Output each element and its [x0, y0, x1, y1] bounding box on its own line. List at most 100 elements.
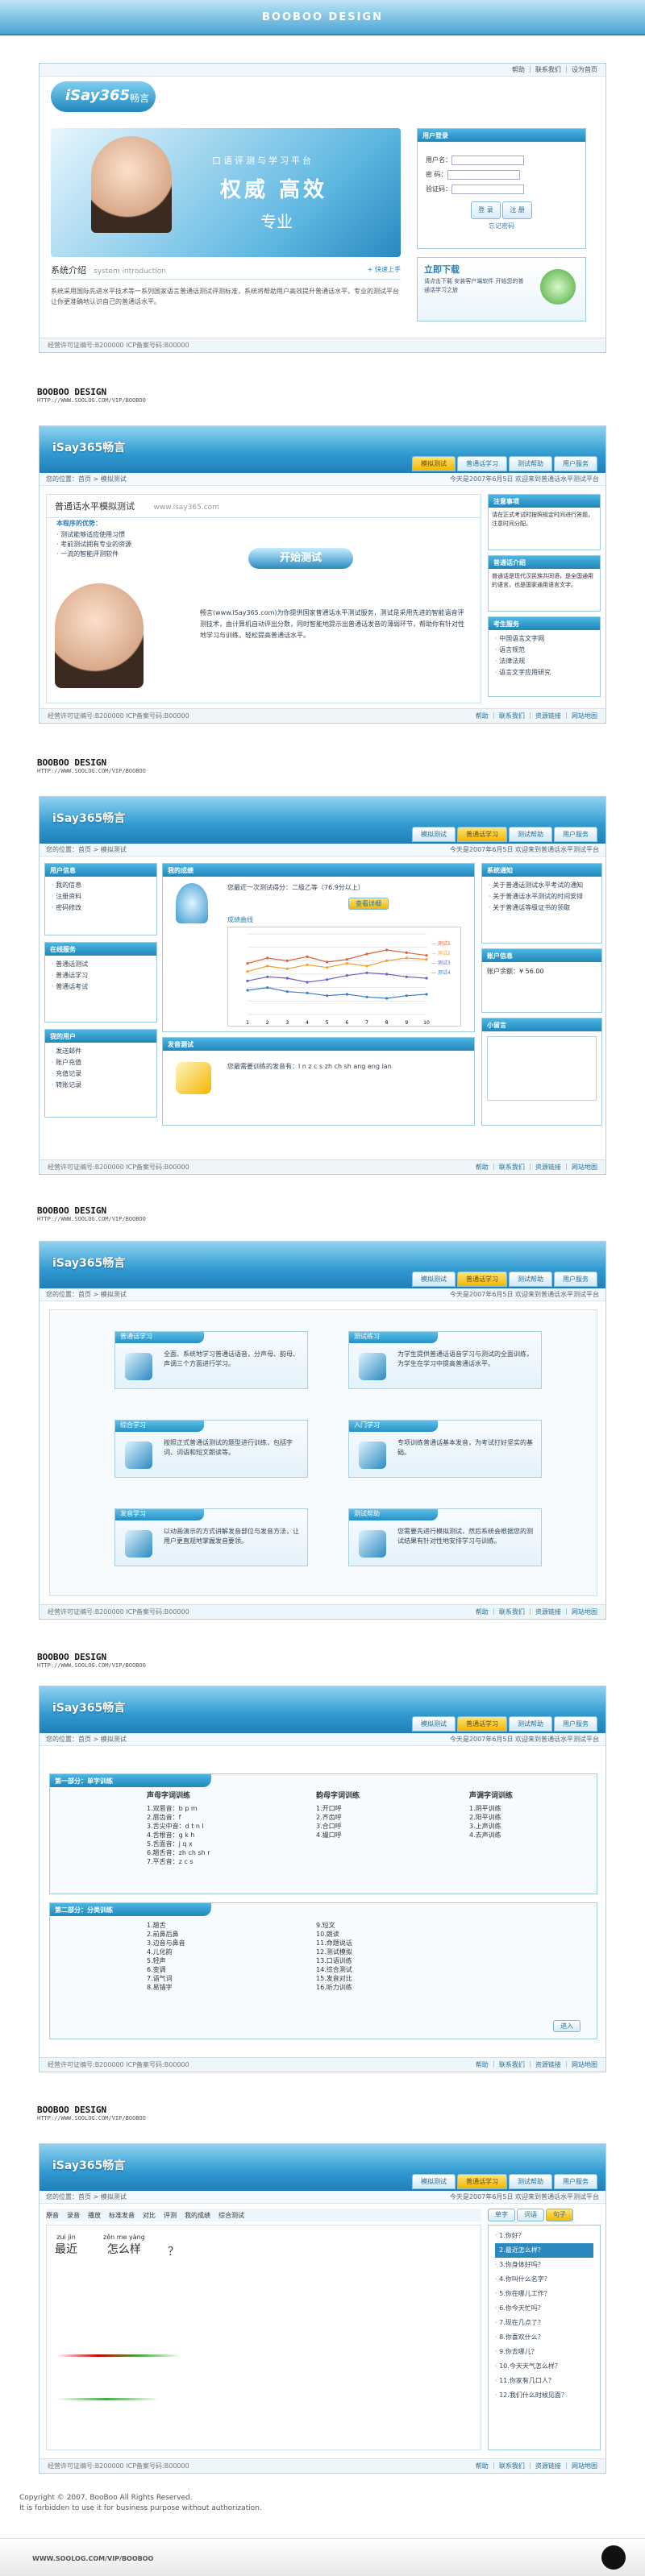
- service-link[interactable]: 法律法规: [495, 656, 593, 667]
- study-panel: 在线服务 普通话测试普通话学习普通话考试: [44, 942, 157, 1023]
- tab-study[interactable]: 普通话学习: [457, 2174, 507, 2189]
- toolbar-button[interactable]: 对比: [143, 2211, 156, 2220]
- tab-mock-test[interactable]: 模拟测试: [412, 456, 456, 471]
- data-point: [285, 967, 289, 970]
- sidebar-item[interactable]: 转账记录: [52, 1080, 150, 1091]
- lesson-item[interactable]: 2.最近怎么样？: [495, 2243, 593, 2258]
- module-tile[interactable]: 测试帮助 您需要先进行模拟测试，然后系统会根据您的测试结果有针对性地安排学习与训练…: [348, 1508, 542, 1566]
- sidebar-item[interactable]: 普通话测试: [52, 959, 150, 970]
- data-point: [365, 971, 368, 974]
- toolbar-button[interactable]: 标准发音: [109, 2211, 135, 2220]
- username-input[interactable]: [452, 155, 524, 165]
- toolbar-button[interactable]: 评测: [164, 2211, 177, 2220]
- book-icon: [125, 1353, 152, 1380]
- lesson-item[interactable]: 1.你好？: [495, 2229, 593, 2243]
- toolbar-button[interactable]: 播放: [88, 2211, 101, 2220]
- tab-service[interactable]: 用户服务: [554, 1271, 597, 1287]
- header: iSay365畅言 模拟测试 普通话学习 测试帮助 用户服务: [40, 1686, 605, 1733]
- tab-help[interactable]: 测试帮助: [509, 827, 552, 842]
- side-tab[interactable]: 单字: [488, 2209, 515, 2221]
- tab-help[interactable]: 测试帮助: [509, 2174, 552, 2189]
- register-button[interactable]: 注 册: [502, 201, 532, 219]
- toolbar-button[interactable]: 原音: [46, 2211, 59, 2220]
- module-tile[interactable]: 测试练习 为学生提供普通话语音学习与测试的全面训练，为学生在学习中提高普通话水平。: [348, 1331, 542, 1389]
- tab-help[interactable]: 测试帮助: [509, 1716, 552, 1732]
- toolbar-button[interactable]: 综合测试: [218, 2211, 244, 2220]
- sidebar-item[interactable]: 密码修改: [52, 902, 150, 914]
- service-link[interactable]: 语言规范: [495, 645, 593, 656]
- tab-service[interactable]: 用户服务: [554, 2174, 597, 2189]
- pointer-icon: [359, 1441, 386, 1469]
- lesson-item[interactable]: 10.今天天气怎么样？: [495, 2359, 593, 2374]
- sidebar-item[interactable]: 注册资料: [52, 891, 150, 902]
- screen-practice: iSay365畅言 模拟测试 普通话学习 测试帮助 用户服务 您的位置：首页 >…: [39, 2143, 606, 2474]
- user-info-panel: 用户信息 我的信息注册资料密码修改: [44, 863, 157, 935]
- lesson-item[interactable]: 9.你去哪儿？: [495, 2345, 593, 2359]
- top-links[interactable]: 帮助 ｜ 联系我们 ｜ 设为首页: [40, 64, 605, 77]
- tab-help[interactable]: 测试帮助: [509, 1271, 552, 1287]
- header: iSay365畅言 模拟测试 普通话学习 测试帮助 用户服务: [40, 797, 605, 844]
- lesson-item[interactable]: 7.现在几点了？: [495, 2316, 593, 2330]
- tab-study[interactable]: 普通话学习: [457, 827, 507, 842]
- tab-help[interactable]: 测试帮助: [509, 456, 552, 471]
- lesson-item[interactable]: 12.我们什么时候见面？: [495, 2388, 593, 2403]
- screen-modules: iSay365畅言 模拟测试 普通话学习 测试帮助 用户服务 您的位置：首页 >…: [39, 1241, 606, 1620]
- intro-panel: 普通话介绍 普通话是现代汉民族共同语，是全国通用的语言，也是国家通用语言文字。: [488, 555, 601, 612]
- data-point: [306, 963, 309, 966]
- side-tab[interactable]: 句子: [546, 2209, 573, 2221]
- login-button[interactable]: 登 录: [471, 201, 501, 219]
- sidebar-item[interactable]: 我的信息: [52, 880, 150, 891]
- lesson-item[interactable]: 5.你在哪儿工作？: [495, 2287, 593, 2301]
- copyright: Copyright © 2007, BooBoo All Rights Rese…: [19, 2494, 262, 2512]
- captcha-label: 验证码：: [426, 185, 452, 193]
- hero-headline: 权威 高效: [220, 178, 328, 202]
- series-line: [247, 949, 427, 964]
- side-tab[interactable]: 词语: [517, 2209, 544, 2221]
- module-tile[interactable]: 普通话学习 全面、系统地学习普通话语音，分声母、韵母、声调三个方面进行学习。: [114, 1331, 308, 1389]
- message-textarea[interactable]: [487, 1036, 597, 1101]
- notice-item[interactable]: 关于普通话测试水平考试的通知: [489, 880, 595, 891]
- tab-service[interactable]: 用户服务: [554, 456, 597, 471]
- lesson-item[interactable]: 3.你身体好吗？: [495, 2258, 593, 2272]
- password-input[interactable]: [447, 169, 520, 180]
- data-point: [246, 979, 249, 982]
- x-tick-label: 4: [306, 1020, 309, 1026]
- forget-link[interactable]: 忘记密码: [426, 219, 577, 234]
- notice-item[interactable]: 关于普通话水平测试的时间安排: [489, 891, 595, 902]
- sidebar-item[interactable]: 账户充值: [52, 1057, 150, 1068]
- notice-item[interactable]: 关于普通话等级证书的领取: [489, 902, 595, 914]
- tab-study[interactable]: 普通话学习: [457, 456, 507, 471]
- lesson-item[interactable]: 6.你今天忙吗？: [495, 2301, 593, 2316]
- sidebar-item[interactable]: 充值记录: [52, 1068, 150, 1080]
- sidebar-item[interactable]: 普通话学习: [52, 970, 150, 981]
- tab-mock-test[interactable]: 模拟测试: [412, 1716, 456, 1732]
- tab-mock-test[interactable]: 模拟测试: [412, 1271, 456, 1287]
- start-test-button[interactable]: 开始测试: [248, 548, 353, 569]
- tab-mock-test[interactable]: 模拟测试: [412, 827, 456, 842]
- tab-service[interactable]: 用户服务: [554, 827, 597, 842]
- module-tile[interactable]: 发音学习 以动画演示的方式讲解发音部位与发音方法，让用户更直观地掌握发音要领。: [114, 1508, 308, 1566]
- module-tile[interactable]: 入门学习 专项训练普通话基本发音，为考试打好坚实的基础。: [348, 1420, 542, 1478]
- lesson-item[interactable]: 4.你叫什么名字？: [495, 2272, 593, 2287]
- tab-service[interactable]: 用户服务: [554, 1716, 597, 1732]
- service-link[interactable]: 语言文字应用研究: [495, 667, 593, 678]
- data-point: [405, 975, 408, 978]
- features-title: 本程序的优势：: [56, 520, 102, 527]
- tab-study[interactable]: 普通话学习: [457, 1271, 507, 1287]
- tab-study[interactable]: 普通话学习: [457, 1716, 507, 1732]
- sidebar-item[interactable]: 普通话考试: [52, 981, 150, 993]
- lesson-item[interactable]: 11.你家有几口人？: [495, 2374, 593, 2388]
- sidebar-item[interactable]: 发送邮件: [52, 1046, 150, 1057]
- captcha-input[interactable]: [452, 184, 524, 194]
- more-link[interactable]: + 快速上手: [368, 265, 401, 274]
- download-icon[interactable]: [540, 269, 576, 305]
- toolbar-button[interactable]: 我的成绩: [185, 2211, 210, 2220]
- speech-bubble-icon: [176, 1062, 211, 1094]
- progress-link[interactable]: 查看详细: [348, 898, 389, 910]
- tab-mock-test[interactable]: 模拟测试: [412, 2174, 456, 2189]
- lesson-item[interactable]: 8.你喜欢什么？: [495, 2330, 593, 2345]
- enter-button[interactable]: 进入: [553, 2020, 580, 2032]
- service-link[interactable]: 中国语言文字网: [495, 633, 593, 645]
- toolbar-button[interactable]: 录音: [67, 2211, 80, 2220]
- module-tile[interactable]: 综合学习 按照正式普通话测试的题型进行训练，包括字词、词语和短文朗读等。: [114, 1420, 308, 1478]
